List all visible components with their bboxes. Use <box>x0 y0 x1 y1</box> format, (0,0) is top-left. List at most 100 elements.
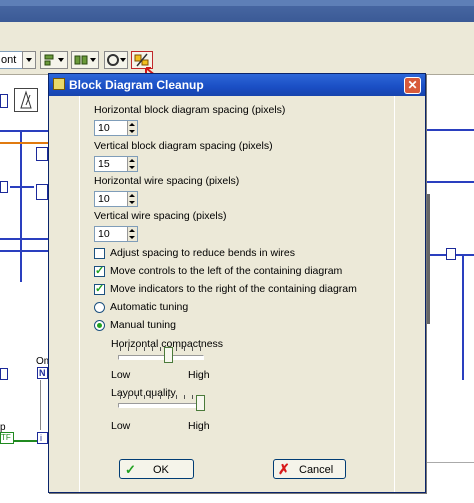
diagram-node[interactable] <box>36 184 48 200</box>
align-objects-button[interactable] <box>40 51 68 69</box>
wire <box>426 129 474 131</box>
slider-tick <box>136 347 137 351</box>
vertical-wire-spacing-input[interactable]: 10 <box>94 226 138 242</box>
slider-tick <box>136 395 137 399</box>
spinner-control[interactable] <box>127 157 137 171</box>
spin-up-icon <box>129 123 135 126</box>
diagram-node[interactable] <box>0 368 8 380</box>
adjust-spacing-checkbox[interactable] <box>94 248 105 259</box>
horizontal-compactness-track[interactable] <box>118 355 204 360</box>
chevron-down-icon <box>26 58 32 62</box>
diagram-node[interactable] <box>0 181 8 193</box>
layout-quality-slider[interactable] <box>196 395 205 411</box>
vertical-block-spacing-label: Vertical block diagram spacing (pixels) <box>94 140 273 152</box>
quality-low-label: Low <box>111 420 131 432</box>
diagram-node[interactable] <box>36 147 48 161</box>
slider-tick <box>200 347 201 351</box>
distribute-objects-icon <box>74 55 96 65</box>
slider-tick <box>176 395 177 399</box>
slider-tick <box>160 395 161 399</box>
diagram-node[interactable] <box>446 248 456 260</box>
wire <box>20 132 22 282</box>
loop-border <box>40 380 41 430</box>
diagram-node-icon[interactable] <box>14 88 38 112</box>
automatic-tuning-radio[interactable] <box>94 302 105 313</box>
horizontal-block-spacing-input[interactable]: 10 <box>94 120 138 136</box>
spin-up-icon <box>129 159 135 162</box>
font-dropdown-arrow-button[interactable] <box>22 51 36 69</box>
cancel-button[interactable]: ✗ Cancel <box>273 459 346 479</box>
close-icon: ✕ <box>407 78 418 92</box>
move-indicators-right-label[interactable]: Move indicators to the right of the cont… <box>110 283 357 295</box>
layout-quality-track[interactable] <box>118 403 204 408</box>
reorder-button[interactable] <box>104 51 128 69</box>
menu-strip <box>0 22 474 47</box>
spin-up-icon <box>129 229 135 232</box>
slider-tick <box>152 395 153 399</box>
spin-up-icon <box>129 194 135 197</box>
horizontal-wire-spacing-label: Horizontal wire spacing (pixels) <box>94 175 240 187</box>
move-indicators-right-checkbox[interactable] <box>94 282 105 295</box>
slider-tick <box>184 347 185 351</box>
slider-tick <box>128 347 129 351</box>
automatic-tuning-label[interactable]: Automatic tuning <box>110 301 188 313</box>
slider-tick <box>120 395 121 399</box>
wire <box>426 181 474 183</box>
block-diagram-cleanup-dialog: Block Diagram Cleanup ✕ Horizontal block… <box>48 73 426 493</box>
ok-button[interactable]: ✓ OK <box>119 459 194 479</box>
slider-tick <box>192 395 193 399</box>
dialog-content-panel: Horizontal block diagram spacing (pixels… <box>79 96 395 492</box>
reorder-icon <box>107 54 126 66</box>
metronome-icon <box>20 90 32 109</box>
slider-tick <box>160 347 161 351</box>
horizontal-block-spacing-label: Horizontal block diagram spacing (pixels… <box>94 104 286 116</box>
slider-tick <box>152 347 153 351</box>
horizontal-wire-spacing-input[interactable]: 10 <box>94 191 138 207</box>
manual-tuning-label[interactable]: Manual tuning <box>110 319 176 331</box>
spin-down-icon <box>129 236 135 239</box>
align-objects-icon <box>44 54 64 66</box>
vertical-wire-spacing-label: Vertical wire spacing (pixels) <box>94 210 227 222</box>
spinner-control[interactable] <box>127 121 137 135</box>
wire <box>462 255 464 380</box>
diagram-node[interactable] <box>0 94 8 108</box>
move-controls-left-checkbox[interactable] <box>94 264 105 277</box>
labview-app-icon <box>53 78 65 90</box>
close-button[interactable]: ✕ <box>404 77 421 94</box>
x-mark-icon: ✗ <box>278 461 290 477</box>
slider-tick <box>176 347 177 351</box>
wire <box>0 250 48 252</box>
distribute-objects-button[interactable] <box>71 51 99 69</box>
iteration-terminal[interactable]: i <box>37 432 48 444</box>
slider-tick <box>192 347 193 351</box>
slider-tick <box>144 395 145 399</box>
adjust-spacing-label[interactable]: Adjust spacing to reduce bends in wires <box>110 247 295 259</box>
slider-tick <box>184 395 185 399</box>
checkmark-icon: ✓ <box>125 462 136 477</box>
vertical-block-spacing-input[interactable]: 15 <box>94 156 138 172</box>
wire <box>0 130 48 132</box>
ok-button-label: OK <box>153 464 169 476</box>
spinner-control[interactable] <box>127 227 137 241</box>
font-dropdown-value: ont <box>1 54 17 66</box>
dialog-title-bar[interactable]: Block Diagram Cleanup ✕ <box>49 74 425 96</box>
structure-border <box>426 462 474 463</box>
boolean-terminal[interactable]: TF <box>0 432 14 444</box>
quality-high-label: High <box>188 420 210 432</box>
horizontal-compactness-slider[interactable] <box>164 347 173 363</box>
wire <box>0 142 48 144</box>
slider-tick <box>128 395 129 399</box>
dialog-title: Block Diagram Cleanup <box>69 78 204 92</box>
loop-count-terminal[interactable]: N <box>37 367 48 379</box>
slider-tick <box>120 347 121 351</box>
structure-border <box>426 194 430 324</box>
wire <box>10 186 34 188</box>
spin-down-icon <box>129 201 135 204</box>
slider-tick <box>144 347 145 351</box>
move-controls-left-label[interactable]: Move controls to the left of the contain… <box>110 265 342 277</box>
cancel-button-label: Cancel <box>299 464 334 476</box>
window-title-bar-highlight <box>0 0 474 6</box>
manual-tuning-radio[interactable] <box>94 320 105 331</box>
spin-down-icon <box>129 130 135 133</box>
spinner-control[interactable] <box>127 192 137 206</box>
